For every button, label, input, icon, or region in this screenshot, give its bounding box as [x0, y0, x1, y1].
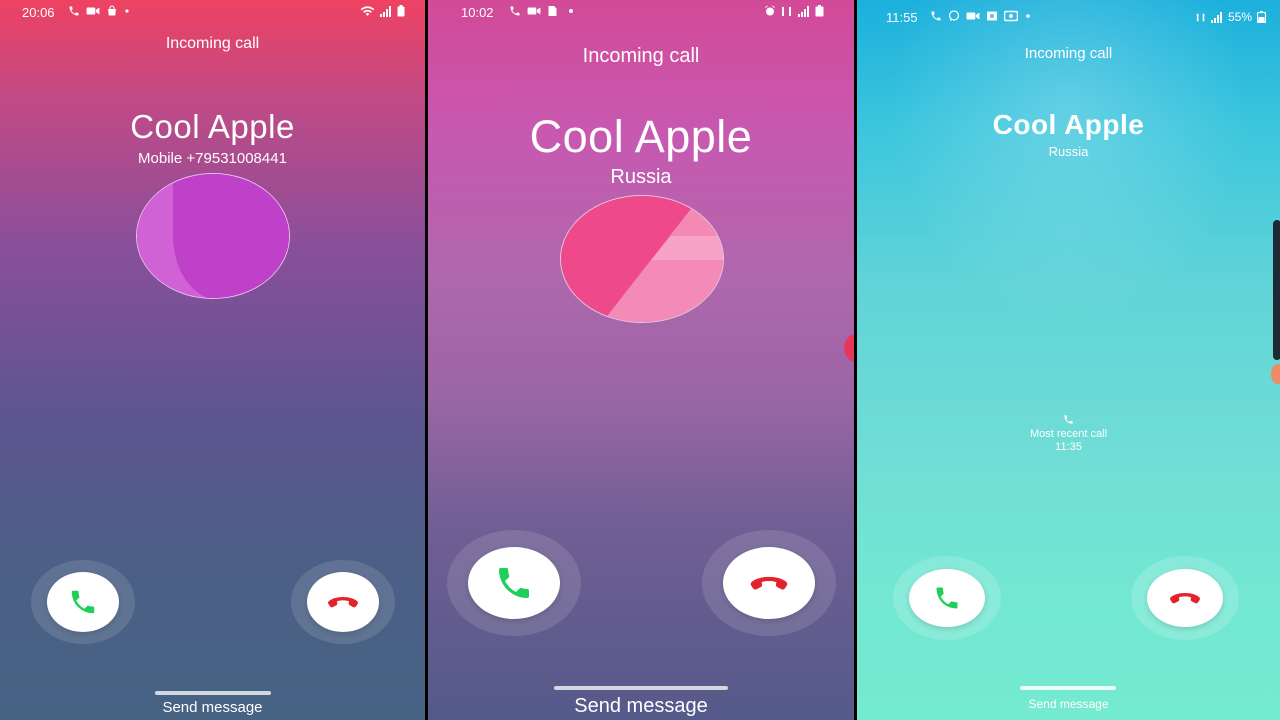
screen-record-icon	[987, 11, 997, 21]
status-time: 20:06	[22, 5, 55, 20]
swipe-handle[interactable]	[554, 686, 728, 690]
status-system: 55%	[1196, 10, 1266, 24]
data-icon	[1196, 13, 1205, 21]
status-notifications	[930, 10, 1032, 22]
decline-call-button[interactable]	[1147, 569, 1223, 627]
caller-avatar	[136, 173, 290, 299]
video-status-icon	[86, 7, 100, 15]
caller-location: Russia	[610, 166, 672, 188]
dot-status-icon	[1026, 14, 1030, 18]
accept-button-halo	[893, 556, 1001, 640]
phone-decline-icon	[750, 576, 788, 590]
accept-call-button[interactable]	[47, 572, 119, 632]
edge-bar[interactable]	[1273, 220, 1280, 360]
call-screen-1: 20:06 Incoming call Cool Apple Mobile +7…	[0, 0, 425, 720]
status-bar: 20:06	[0, 0, 425, 26]
battery-percent: 55%	[1227, 10, 1252, 24]
decline-call-button[interactable]	[307, 572, 379, 632]
phone-recent-icon	[1064, 415, 1073, 424]
signal-icon	[1210, 11, 1222, 23]
status-notifications	[509, 5, 574, 17]
sim-status-icon	[548, 6, 557, 16]
incoming-call-label: Incoming call	[1024, 45, 1113, 62]
phone-accept-icon	[499, 568, 529, 598]
battery-icon	[1257, 11, 1266, 23]
signal-icon	[798, 5, 809, 17]
signal-icon	[380, 5, 391, 17]
call-screen-2: 10:02 Incoming call Cool Apple Russia Se…	[428, 0, 854, 720]
send-message-button[interactable]: Send message	[428, 695, 854, 718]
swipe-handle[interactable]	[155, 691, 271, 695]
accept-call-button[interactable]	[468, 547, 560, 619]
phone-accept-icon	[71, 590, 95, 614]
send-message-button[interactable]: Send message	[857, 697, 1280, 711]
whatsapp-icon	[948, 10, 960, 21]
caller-location: Russia	[1048, 144, 1089, 159]
caller-number: Mobile +79531008441	[138, 150, 287, 167]
status-bar: 10:02	[428, 0, 854, 26]
incoming-call-label: Incoming call	[582, 45, 700, 67]
wifi-icon	[360, 6, 375, 16]
decline-button-halo	[702, 530, 836, 636]
dot-status-icon	[569, 9, 573, 13]
recent-call-time: 11:35	[1055, 441, 1082, 453]
swipe-handle[interactable]	[1020, 686, 1116, 690]
status-notifications	[68, 5, 130, 17]
battery-icon	[815, 5, 824, 17]
send-message-button[interactable]: Send message	[0, 699, 425, 716]
decline-button-halo	[291, 560, 395, 644]
recent-call-label: Most recent call	[1029, 428, 1108, 440]
battery-icon	[397, 5, 405, 17]
alarm-icon	[765, 5, 775, 16]
edge-panel-handle[interactable]	[844, 334, 854, 362]
caller-name: Cool Apple	[130, 108, 295, 145]
incoming-call-label: Incoming call	[165, 35, 260, 52]
caller-name: Cool Apple	[529, 111, 753, 162]
decline-button-halo	[1131, 556, 1239, 640]
phone-decline-icon	[1170, 593, 1200, 604]
status-system	[360, 5, 405, 17]
accept-button-halo	[447, 530, 581, 636]
status-system	[764, 5, 824, 17]
video-status-icon	[527, 7, 541, 15]
video-status-icon	[966, 12, 980, 20]
phone-status-icon	[931, 11, 941, 21]
data-icon	[782, 6, 791, 16]
phone-status-icon	[69, 6, 79, 16]
edge-panel-handle[interactable]	[1271, 364, 1280, 384]
status-time: 11:55	[886, 10, 918, 25]
bag-status-icon	[108, 5, 116, 16]
phone-accept-icon	[936, 587, 958, 609]
cast-icon	[1004, 10, 1018, 22]
caller-avatar	[560, 195, 724, 323]
phone-decline-icon	[328, 597, 358, 608]
call-screen-3: 11:55 55% Incoming call Cool Apple Russi…	[857, 0, 1280, 720]
status-time: 10:02	[461, 5, 494, 20]
phone-status-icon	[510, 6, 520, 16]
accept-call-button[interactable]	[909, 569, 985, 627]
dot-status-icon	[125, 9, 129, 13]
decline-call-button[interactable]	[723, 547, 815, 619]
accept-button-halo	[31, 560, 135, 644]
status-bar: 11:55 55%	[857, 0, 1280, 26]
caller-name: Cool Apple	[992, 109, 1145, 140]
